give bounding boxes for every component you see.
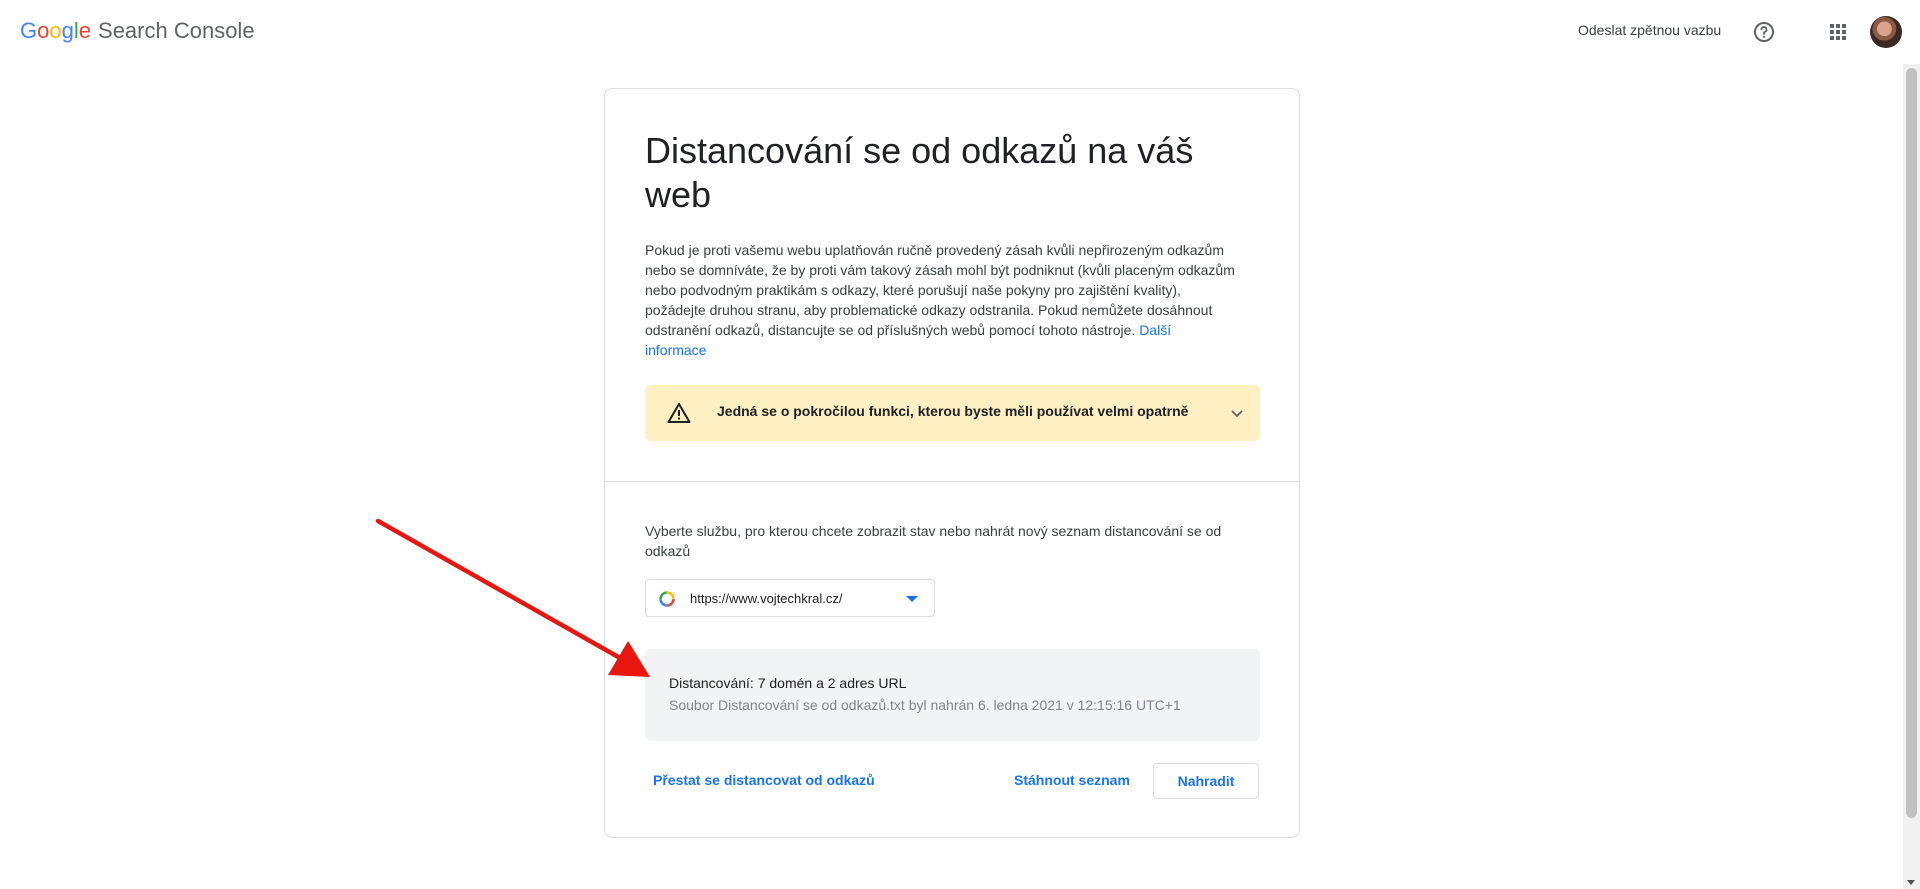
chevron-down-icon[interactable]: [1229, 405, 1245, 421]
logo-letter: o: [49, 18, 62, 43]
disavow-upload-info: Soubor Distancování se od odkazů.txt byl…: [669, 697, 1181, 713]
scroll-down-arrow-icon[interactable]: [1907, 880, 1915, 885]
logo-letter: o: [37, 18, 50, 43]
property-selector[interactable]: https://www.vojtechkral.cz/: [645, 579, 935, 617]
selected-property-url: https://www.vojtechkral.cz/: [690, 591, 843, 606]
scrollbar-thumb[interactable]: [1906, 68, 1917, 818]
disavow-status-title: Distancování: 7 domén a 2 adres URL: [669, 675, 907, 691]
page-scrollbar[interactable]: [1903, 64, 1920, 889]
disavow-status-box: Distancování: 7 domén a 2 adres URL Soub…: [645, 649, 1260, 741]
apps-grid-icon[interactable]: [1826, 20, 1850, 44]
advanced-feature-warning[interactable]: Jedná se o pokročilou funkci, kterou bys…: [645, 385, 1260, 441]
account-avatar[interactable]: [1870, 16, 1902, 48]
logo-letter: g: [61, 18, 74, 43]
disavow-links-card: Distancování se od odkazů na váš web Pok…: [604, 88, 1300, 838]
replace-button[interactable]: Nahradit: [1153, 763, 1259, 799]
search-console-logo[interactable]: Google Search Console: [20, 18, 255, 44]
send-feedback-link[interactable]: Odeslat zpětnou vazbu: [1578, 22, 1721, 38]
help-circle-icon[interactable]: [1752, 20, 1776, 44]
property-favicon-icon: [659, 591, 675, 607]
warning-triangle-icon: [667, 403, 691, 423]
logo-letter: G: [20, 18, 38, 43]
property-select-label: Vyberte službu, pro kterou chcete zobraz…: [645, 523, 1222, 559]
red-annotation-arrow-icon: [375, 518, 650, 677]
dropdown-caret-icon: [906, 596, 918, 602]
top-app-bar: Google Search Console Odeslat zpětnou va…: [0, 0, 1920, 64]
section-divider: [605, 481, 1299, 482]
tool-description: Pokud je proti vašemu webu uplatňován ru…: [645, 240, 1235, 360]
download-list-button[interactable]: Stáhnout seznam: [1014, 772, 1130, 788]
page-title: Distancování se od odkazů na váš web: [645, 130, 1194, 215]
warning-text: Jedná se o pokročilou funkci, kterou bys…: [717, 403, 1189, 419]
product-name: Search Console: [98, 18, 255, 43]
stop-disavowing-button[interactable]: Přestat se distancovat od odkazů: [653, 772, 875, 788]
logo-letter: e: [78, 18, 92, 43]
